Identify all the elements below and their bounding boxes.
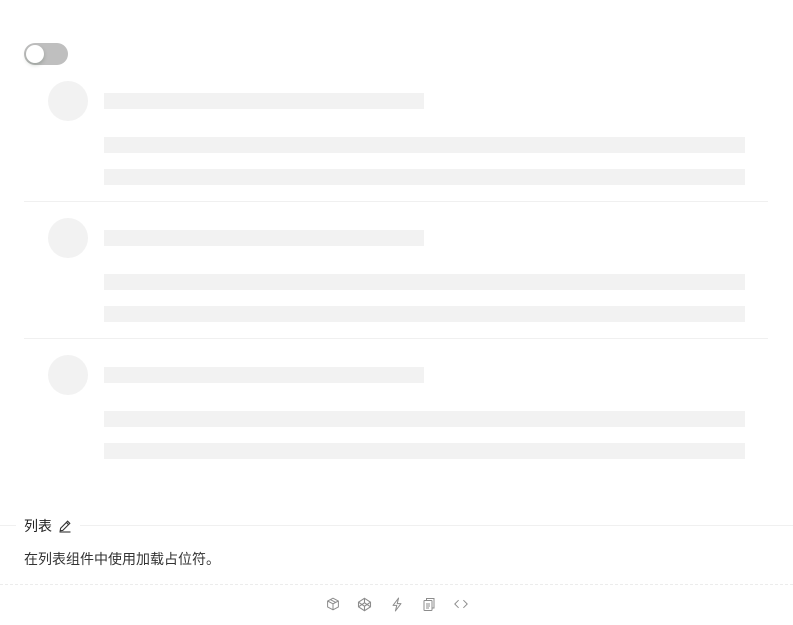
codesandbox-icon[interactable]	[325, 596, 341, 612]
demo-title: 列表	[24, 517, 80, 535]
skeleton-paragraph-line	[104, 169, 745, 185]
copy-code-icon[interactable]	[421, 596, 437, 612]
meta-divider	[78, 525, 793, 526]
demo-page: 列表 在列表组件中使用加载占位符。	[0, 0, 793, 625]
toggle-knob	[26, 45, 44, 63]
skeleton-title	[104, 230, 424, 246]
skeleton-paragraph-line	[104, 137, 745, 153]
skeleton-avatar	[48, 218, 88, 258]
codepen-icon[interactable]	[357, 596, 373, 612]
edit-icon[interactable]	[58, 519, 72, 533]
skeleton-title	[104, 93, 424, 109]
list-item	[24, 65, 768, 202]
list-item	[24, 339, 768, 475]
skeleton-avatar	[48, 355, 88, 395]
loading-toggle-switch[interactable]	[24, 43, 68, 65]
skeleton-title	[104, 367, 424, 383]
skeleton-list	[24, 65, 768, 475]
list-item	[24, 202, 768, 339]
meta-divider	[0, 525, 16, 526]
skeleton-paragraph-line	[104, 306, 745, 322]
actions-divider	[0, 584, 793, 585]
skeleton-avatar	[48, 81, 88, 121]
stackblitz-icon[interactable]	[389, 596, 405, 612]
skeleton-paragraph-line	[104, 274, 745, 290]
skeleton-paragraph-line	[104, 411, 745, 427]
demo-description: 在列表组件中使用加载占位符。	[24, 551, 220, 567]
skeleton-paragraph-line	[104, 443, 745, 459]
demo-title-text: 列表	[24, 518, 52, 534]
expand-code-icon[interactable]	[453, 596, 469, 612]
code-actions	[0, 596, 793, 614]
